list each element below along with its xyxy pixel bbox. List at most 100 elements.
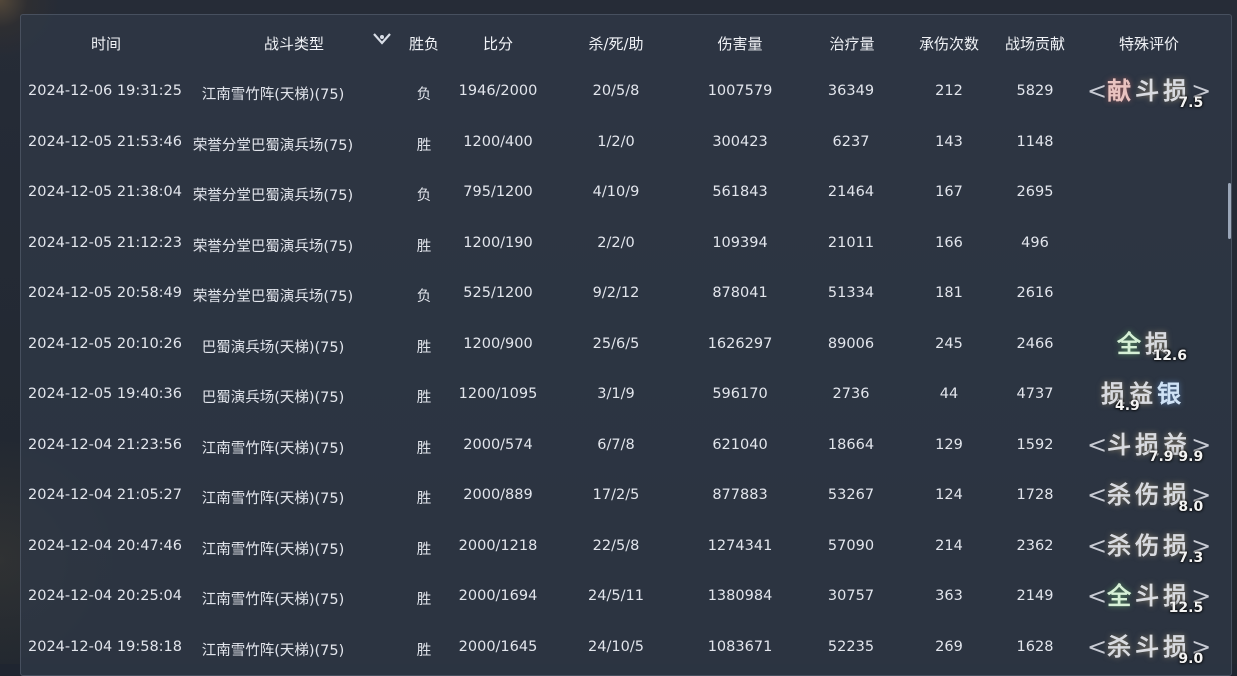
chevron-down-icon[interactable]: [372, 31, 392, 47]
cell-contribution: 2616: [1016, 285, 1054, 301]
cell-time: 2024-12-04 19:58:18: [28, 638, 182, 655]
table-row[interactable]: 2024-12-05 20:58:49 荣誉分堂巴蜀演兵场(75) 负 525/120…: [21, 269, 1211, 319]
badge-glyph: 斗: [1135, 631, 1164, 661]
cell-damage: 877883: [712, 487, 768, 503]
cell-score: 1946/2000: [458, 83, 538, 99]
cell-battle-type: 巴蜀演兵场(天梯)(75): [201, 390, 345, 406]
header-kda[interactable]: 杀/死/助: [588, 33, 643, 54]
header-battle-type[interactable]: 战斗类型: [264, 33, 324, 54]
cell-hits-taken: 124: [935, 487, 963, 503]
badge-glyph: 全: [1107, 581, 1136, 610]
table-row[interactable]: 2024-12-05 20:10:26 巴蜀演兵场(天梯)(75) 胜 1200/90…: [21, 320, 1211, 370]
table-row[interactable]: 2024-12-04 21:05:27 江南雪竹阵(天梯)(75) 胜 2000/88…: [21, 471, 1211, 521]
cell-result: 胜: [416, 541, 432, 558]
special-rating-score: 9.0: [1178, 650, 1204, 667]
badge-glyph: 杀: [1107, 530, 1136, 560]
bracket-left: <: [1087, 531, 1108, 560]
table-row[interactable]: 2024-12-04 19:58:18 江南雪竹阵(天梯)(75) 胜 2000/16…: [21, 623, 1211, 673]
cell-kda: 25/6/5: [592, 335, 640, 352]
cell-result: 胜: [416, 339, 432, 356]
header-healing[interactable]: 治疗量: [829, 33, 874, 54]
cell-damage: 1626297: [707, 335, 773, 352]
header-damage[interactable]: 伤害量: [717, 33, 762, 54]
table-row[interactable]: 2024-12-05 21:53:46 荣誉分堂巴蜀演兵场(75) 胜 1200/40…: [21, 118, 1211, 168]
cell-score: 2000/1218: [458, 537, 538, 554]
badge-glyph: 伤: [1135, 530, 1164, 560]
cell-result: 胜: [416, 238, 432, 255]
cell-contribution: 4737: [1016, 386, 1054, 402]
special-rating-score: 8.0: [1178, 499, 1204, 515]
cell-kda: 22/5/8: [592, 537, 640, 554]
cell-battle-type: 江南雪竹阵(天梯)(75): [201, 440, 345, 457]
cell-hits-taken: 245: [935, 335, 963, 352]
cell-damage: 621040: [712, 436, 768, 453]
cell-result: 胜: [416, 642, 432, 659]
cell-score: 1200/190: [463, 234, 533, 251]
special-rating-badge: 全损 12.6: [1117, 324, 1187, 364]
table-row[interactable]: 2024-12-06 19:31:25 江南雪竹阵(天梯)(75) 负 1946/20…: [21, 67, 1211, 117]
special-rating-score: 12.5: [1168, 600, 1204, 616]
table-row[interactable]: 2024-12-04 20:25:04 江南雪竹阵(天梯)(75) 胜 2000/16…: [21, 572, 1211, 622]
cell-hits-taken: 269: [935, 638, 963, 655]
header-score[interactable]: 比分: [483, 33, 513, 54]
cell-damage: 1083671: [707, 638, 773, 655]
special-rating-score: 4.9: [1115, 398, 1140, 414]
cell-contribution: 2466: [1016, 335, 1054, 352]
table-row[interactable]: 2024-12-05 21:38:04 荣誉分堂巴蜀演兵场(75) 负 795/120…: [21, 168, 1211, 218]
cell-score: 795/1200: [463, 184, 533, 200]
header-contribution[interactable]: 战场贡献: [1005, 33, 1065, 54]
cell-battle-type: 荣誉分堂巴蜀演兵场(75): [192, 289, 354, 305]
badge-glyph: 杀: [1107, 480, 1136, 509]
cell-kda: 3/1/9: [597, 386, 635, 402]
cell-kda: 9/2/12: [592, 285, 640, 301]
cell-score: 1200/900: [463, 335, 533, 352]
cell-kda: 1/2/0: [597, 133, 635, 150]
cell-healing: 51334: [827, 285, 875, 301]
header-hits-taken[interactable]: 承伤次数: [919, 33, 979, 54]
cell-healing: 18664: [827, 436, 875, 453]
special-rating-score: 7.3: [1178, 549, 1204, 566]
cell-kda: 24/5/11: [588, 588, 644, 604]
cell-kda: 17/2/5: [592, 487, 640, 503]
cell-healing: 21464: [827, 184, 875, 200]
cell-time: 2024-12-04 20:47:46: [28, 537, 182, 554]
cell-kda: 2/2/0: [597, 234, 635, 251]
header-result[interactable]: 胜负: [409, 33, 439, 54]
battle-record-panel: 时间 战斗类型 胜负 比分 杀/死/助 伤害量 治疗量 承伤次数 战场贡献 特殊…: [20, 14, 1232, 676]
cell-healing: 21011: [827, 234, 875, 251]
header-time[interactable]: 时间: [91, 33, 121, 54]
header-special[interactable]: 特殊评价: [1119, 33, 1179, 54]
cell-score: 2000/1694: [458, 588, 538, 604]
cell-healing: 52235: [827, 638, 875, 655]
table-row[interactable]: 2024-12-05 21:12:23 荣誉分堂巴蜀演兵场(75) 胜 1200/19…: [21, 219, 1211, 269]
cell-time: 2024-12-05 21:53:46: [28, 133, 182, 150]
cell-kda: 20/5/8: [592, 83, 640, 99]
badge-glyph: 献: [1107, 76, 1136, 105]
bracket-left: <: [1087, 582, 1108, 610]
table-row[interactable]: 2024-12-04 20:47:46 江南雪竹阵(天梯)(75) 胜 2000/12…: [21, 522, 1211, 572]
special-rating-badge: <杀伤损> 8.0: [1087, 475, 1211, 515]
cell-kda: 6/7/8: [597, 436, 635, 453]
special-rating-badge: <杀伤损> 7.3: [1087, 526, 1211, 566]
special-rating-badge: <献斗损> 7.5: [1087, 71, 1211, 111]
cell-battle-type: 巴蜀演兵场(天梯)(75): [201, 339, 345, 356]
cell-kda: 4/10/9: [592, 184, 640, 200]
badge-glyph: 杀: [1107, 631, 1136, 661]
cell-score: 2000/1645: [458, 638, 538, 655]
cell-hits-taken: 214: [935, 537, 963, 554]
cell-damage: 878041: [712, 285, 768, 301]
cell-score: 1200/400: [463, 133, 533, 150]
cell-damage: 596170: [712, 386, 768, 402]
table-row[interactable]: 2024-12-05 19:40:36 巴蜀演兵场(天梯)(75) 胜 1200/10…: [21, 370, 1211, 420]
cell-battle-type: 江南雪竹阵(天梯)(75): [201, 541, 345, 558]
badge-glyph: 斗: [1135, 76, 1164, 105]
table-header: 时间 战斗类型 胜负 比分 杀/死/助 伤害量 治疗量 承伤次数 战场贡献 特殊…: [21, 15, 1231, 67]
scrollbar-thumb[interactable]: [1228, 183, 1231, 239]
cell-healing: 2736: [832, 386, 870, 402]
cell-result: 负: [416, 289, 432, 305]
cell-healing: 57090: [827, 537, 875, 554]
cell-time: 2024-12-05 20:58:49: [28, 285, 182, 301]
cell-result: 胜: [416, 491, 432, 507]
cell-contribution: 1728: [1016, 487, 1054, 503]
table-row[interactable]: 2024-12-04 21:23:56 江南雪竹阵(天梯)(75) 胜 2000/57…: [21, 421, 1211, 471]
